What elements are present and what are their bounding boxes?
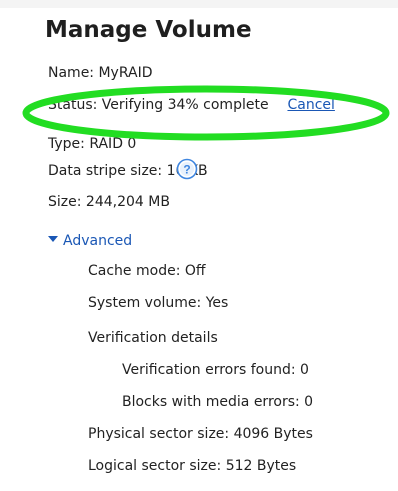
- physical-sector-size: Physical sector size: 4096 Bytes: [88, 426, 313, 442]
- system-volume: System volume: Yes: [88, 295, 229, 311]
- media-errors: Blocks with media errors: 0: [122, 394, 314, 410]
- logical-sector-size: Logical sector size: 512 Bytes: [88, 458, 297, 474]
- verification-errors: Verification errors found: 0: [122, 362, 309, 378]
- volume-name: Name: MyRAID: [48, 65, 153, 81]
- cache-mode: Cache mode: Off: [88, 263, 206, 279]
- advanced-label: Advanced: [63, 233, 133, 249]
- svg-text:?: ?: [183, 163, 190, 177]
- top-strip: [0, 0, 398, 8]
- highlight-occlusion: [42, 127, 202, 137]
- help-icon[interactable]: ?: [176, 158, 198, 180]
- volume-status-row: Status: Verifying 34% complete Cancel: [48, 96, 335, 114]
- volume-size: Size: 244,204 MB: [48, 194, 170, 210]
- triangle-down-icon: [48, 236, 58, 242]
- page-title: Manage Volume: [45, 17, 252, 43]
- volume-type: Type: RAID 0: [48, 136, 137, 152]
- cancel-link[interactable]: Cancel: [287, 97, 334, 113]
- volume-status: Status: Verifying 34% complete: [48, 97, 269, 113]
- advanced-toggle[interactable]: Advanced: [48, 232, 132, 250]
- verification-details: Verification details: [88, 330, 218, 346]
